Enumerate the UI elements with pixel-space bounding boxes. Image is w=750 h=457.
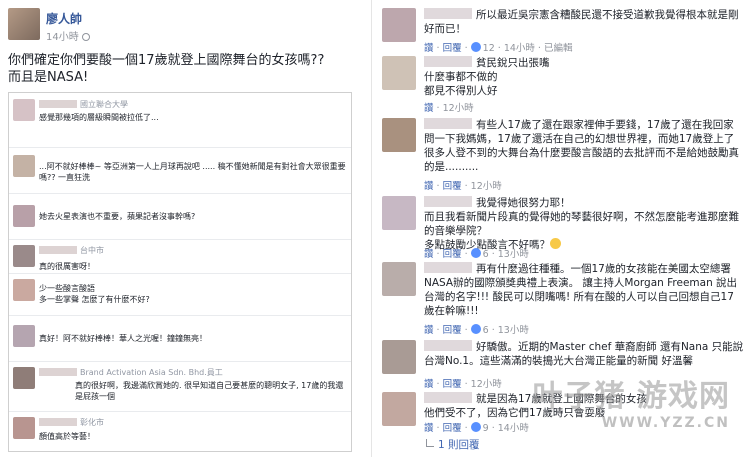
commenter-name[interactable] (424, 8, 472, 19)
comment-meta: 讚 · 12小時 (424, 103, 474, 114)
watermark-url: WWW.YZZ.CN (601, 415, 730, 431)
comment-text: 她去火星表演也不重要，蘋果記者沒事幹嗎? (39, 212, 196, 221)
avatar[interactable] (382, 8, 416, 42)
commenter-info: 國立聯合大學 (80, 100, 128, 109)
comment-text: 真的很厲害呀！ (39, 262, 95, 271)
comment-meta: 讚 · 回覆 · 6 · 13小時 (424, 248, 529, 260)
commenter-name[interactable] (424, 118, 472, 129)
emoji-icon (550, 238, 561, 249)
like-icon (470, 42, 481, 52)
like-count[interactable]: 9 (483, 423, 489, 434)
commenter-info: Brand Activation Asia Sdn. Bhd.員工 (80, 368, 223, 377)
like-link[interactable]: 讚 (424, 43, 434, 54)
avatar[interactable] (382, 118, 416, 152)
post-time-text[interactable]: 14小時 (46, 32, 79, 43)
commenter-name[interactable] (424, 56, 472, 67)
avatar (13, 367, 35, 389)
comment-meta: 讚 · 回覆 · 6 · 13小時 (424, 324, 529, 336)
site-watermark: 叶子猪 游戏网 WWW.YZZ.CN (533, 371, 730, 431)
comment-text: 顏值高於等藝！ (39, 432, 95, 441)
post-line-2: 而且是NASA! (8, 70, 89, 85)
avatar (13, 205, 35, 227)
comment-text: 真的很好啊，我邊滿欣賞她的. 很早知道自己要甚麼的聰明女子, 17歲的我還是屁孩… (75, 381, 344, 401)
comment-meta: 讚 · 回覆 · 12小時 (424, 379, 502, 390)
commenter-name[interactable] (424, 196, 472, 207)
comment-time[interactable]: 14小時 (504, 43, 535, 54)
like-count[interactable]: 12 (483, 43, 495, 54)
like-count[interactable]: 6 (483, 249, 489, 260)
author-avatar[interactable] (8, 8, 40, 40)
avatar (13, 99, 35, 121)
like-link[interactable]: 讚 (424, 325, 434, 336)
reply-arrow-icon (426, 439, 434, 447)
comment-time[interactable]: 12小時 (471, 181, 502, 192)
commenter-name[interactable] (424, 340, 472, 351)
like-icon (470, 248, 481, 258)
view-replies-link[interactable]: 1 則回覆 (426, 437, 480, 452)
post-panel: 廖人帥 14小時 你們確定你們要酸一個17歲就登上國際舞台的女孩嗎?? 而且是N… (0, 0, 371, 457)
like-icon (470, 422, 481, 432)
comment-time[interactable]: 12小時 (471, 379, 502, 390)
edited-label[interactable]: 已編輯 (544, 43, 573, 54)
commenter-name[interactable] (424, 262, 472, 273)
reply-link[interactable]: 回覆 (443, 181, 462, 192)
reply-link[interactable]: 回覆 (443, 379, 462, 390)
embedded-comments-screenshot: 國立聯合大學 感覺那幾項的層級瞬間被拉低了... ...阿不就好棒棒~ 等亞洲第… (8, 92, 352, 452)
avatar (13, 279, 35, 301)
reply-link[interactable]: 回覆 (443, 423, 462, 434)
globe-icon (81, 33, 90, 41)
reply-link[interactable]: 回覆 (443, 325, 462, 336)
avatar[interactable] (382, 196, 416, 230)
comment-time[interactable]: 14小時 (498, 423, 529, 434)
post-line-1: 你們確定你們要酸一個17歲就登上國際舞台的女孩嗎?? (8, 53, 325, 68)
avatar (13, 245, 35, 267)
watermark-brand: 叶子猪 游戏网 (532, 379, 730, 414)
commenter-info: 彰化市 (80, 418, 104, 427)
avatar (13, 325, 35, 347)
like-icon (470, 324, 481, 334)
comment-time[interactable]: 13小時 (498, 325, 529, 336)
comment-text: 真好！阿不就好棒棒！華人之光喔！鐘鐘無亮！ (39, 334, 207, 343)
avatar[interactable] (382, 340, 416, 374)
avatar[interactable] (382, 262, 416, 296)
like-link[interactable]: 讚 (424, 103, 434, 114)
comment-meta: 讚 · 回覆 · 12小時 (424, 181, 502, 192)
like-link[interactable]: 讚 (424, 379, 434, 390)
avatar[interactable] (382, 56, 416, 90)
post-author[interactable]: 廖人帥 (46, 10, 82, 27)
comment-text: 少一些酸言酸語 多一些掌聲 怎麼了有什麼不好? (39, 284, 150, 304)
comment-time[interactable]: 13小時 (498, 249, 529, 260)
like-link[interactable]: 讚 (424, 423, 434, 434)
post-body: 你們確定你們要酸一個17歲就登上國際舞台的女孩嗎?? 而且是NASA! (8, 52, 324, 86)
comment-text: ...阿不就好棒棒~ 等亞洲第一人上月球再說吧 ..... 稿不懂她新聞是有對社… (39, 162, 346, 182)
reply-link[interactable]: 回覆 (443, 43, 462, 54)
comment-meta: 讚 · 回覆 · 9 · 14小時 (424, 422, 529, 434)
comment-text: 感覺那幾項的層級瞬間被拉低了... (39, 113, 159, 122)
commenter-info: 台中市 (80, 246, 104, 255)
avatar[interactable] (382, 392, 416, 426)
like-count[interactable]: 6 (483, 325, 489, 336)
avatar (13, 155, 35, 177)
comment-meta: 讚 · 回覆 · 12 · 14小時 · 已編輯 (424, 42, 573, 54)
avatar (13, 417, 35, 439)
comment-time[interactable]: 12小時 (443, 103, 474, 114)
commenter-name[interactable] (424, 392, 472, 403)
like-link[interactable]: 讚 (424, 249, 434, 260)
post-time[interactable]: 14小時 (46, 28, 90, 43)
like-link[interactable]: 讚 (424, 181, 434, 192)
reply-link[interactable]: 回覆 (443, 249, 462, 260)
view-replies-text[interactable]: 1 則回覆 (438, 439, 480, 451)
